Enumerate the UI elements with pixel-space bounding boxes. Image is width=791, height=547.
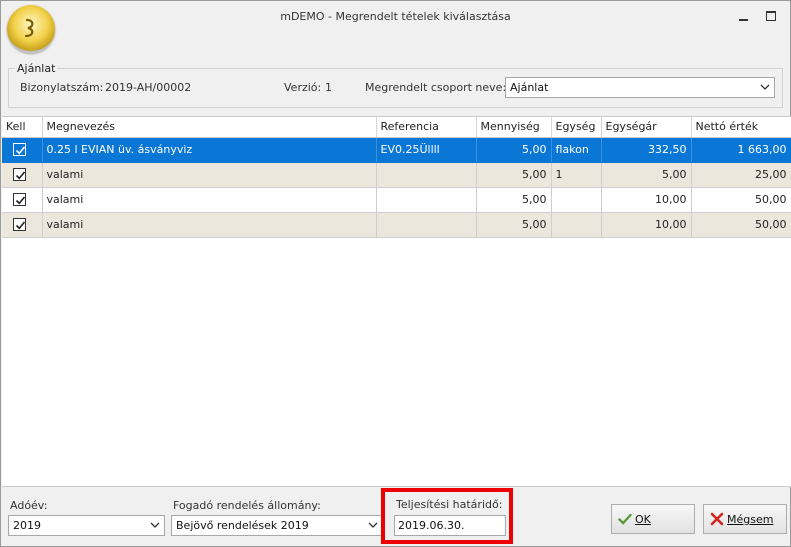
table-row[interactable]: valami 5,00 10,00 50,00 <box>2 212 791 238</box>
net-cell[interactable]: 1 663,00 <box>691 137 791 163</box>
check-icon <box>618 512 632 529</box>
group-name-label: Megrendelt csoport neve: <box>365 81 507 94</box>
kell-cell[interactable] <box>2 162 43 188</box>
tax-year-select[interactable]: 2019 <box>8 515 165 536</box>
check-icon <box>15 146 26 155</box>
header-row: Kell Megnevezés Referencia Mennyiség Egy… <box>2 117 791 138</box>
tax-year-label: Adóév: <box>10 499 48 512</box>
items-table: Kell Megnevezés Referencia Mennyiség Egy… <box>2 117 791 238</box>
qty-cell[interactable]: 5,00 <box>476 137 552 163</box>
unit-cell[interactable] <box>551 212 602 238</box>
check-icon <box>15 171 26 180</box>
ref-cell[interactable]: EV0.25Üllll <box>376 137 477 163</box>
chevron-down-icon[interactable] <box>149 519 161 532</box>
ref-cell[interactable] <box>376 162 477 188</box>
cancel-label: Mégsem <box>727 513 774 526</box>
items-grid: Kell Megnevezés Referencia Mennyiség Egy… <box>2 116 791 487</box>
price-cell[interactable]: 332,50 <box>601 137 692 163</box>
col-header-mennyiseg[interactable]: Mennyiség <box>476 117 552 138</box>
row-checkbox[interactable] <box>13 143 26 157</box>
net-cell[interactable]: 25,00 <box>691 162 791 188</box>
receiving-label: Fogadó rendelés állomány: <box>173 499 321 512</box>
maximize-icon <box>766 11 776 21</box>
col-header-egysegar[interactable]: Egységár <box>601 117 692 138</box>
doc-number-value: 2019-AH/00002 <box>105 81 192 94</box>
row-checkbox[interactable] <box>13 193 26 207</box>
name-cell[interactable]: valami <box>42 212 377 238</box>
group-name-value: Ajánlat <box>510 81 549 94</box>
name-cell[interactable]: valami <box>42 162 377 188</box>
kell-cell[interactable] <box>2 137 43 163</box>
cancel-button[interactable]: Mégsem <box>703 504 787 534</box>
unit-cell[interactable] <box>551 187 602 213</box>
net-cell[interactable]: 50,00 <box>691 212 791 238</box>
ok-button[interactable]: OK <box>611 504 695 534</box>
col-header-netto[interactable]: Nettó érték <box>691 117 791 138</box>
col-header-referencia[interactable]: Referencia <box>376 117 477 138</box>
name-cell[interactable]: 0.25 l EVIAN üv. ásványviz <box>42 137 377 163</box>
price-cell[interactable]: 10,00 <box>601 212 692 238</box>
tax-year-value: 2019 <box>13 519 41 532</box>
chevron-down-icon[interactable] <box>367 519 379 532</box>
ok-label: OK <box>635 513 651 526</box>
price-cell[interactable]: 10,00 <box>601 187 692 213</box>
kell-cell[interactable] <box>2 187 43 213</box>
maximize-button[interactable] <box>760 7 782 27</box>
window-title: mDEMO - Megrendelt tételek kiválasztása <box>280 10 511 23</box>
check-icon <box>15 221 26 230</box>
dialog-window: mDEMO - Megrendelt tételek kiválasztása … <box>0 0 791 547</box>
row-checkbox[interactable] <box>13 218 26 232</box>
col-header-egyseg[interactable]: Egység <box>551 117 602 138</box>
deadline-label: Teljesítési határidő: <box>396 498 503 511</box>
qty-cell[interactable]: 5,00 <box>476 212 552 238</box>
ref-cell[interactable] <box>376 187 477 213</box>
group-name-select[interactable]: Ajánlat <box>505 77 775 98</box>
deadline-value: 2019.06.30. <box>398 519 465 532</box>
version-label: Verzió: <box>284 81 322 94</box>
table-row[interactable]: 0.25 l EVIAN üv. ásványviz EV0.25Üllll 5… <box>2 137 791 163</box>
unit-cell[interactable]: 1 <box>551 162 602 188</box>
col-header-kell[interactable]: Kell <box>2 117 43 138</box>
kell-cell[interactable] <box>2 212 43 238</box>
name-cell[interactable]: valami <box>42 187 377 213</box>
qty-cell[interactable]: 5,00 <box>476 162 552 188</box>
unit-cell[interactable]: flakon <box>551 137 602 163</box>
minimize-icon <box>738 19 748 21</box>
qty-cell[interactable]: 5,00 <box>476 187 552 213</box>
receiving-value: Bejövő rendelések 2019 <box>176 519 309 532</box>
check-icon <box>15 196 26 205</box>
ref-cell[interactable] <box>376 212 477 238</box>
net-cell[interactable]: 50,00 <box>691 187 791 213</box>
close-icon <box>710 512 724 529</box>
title-bar: mDEMO - Megrendelt tételek kiválasztása <box>1 1 790 59</box>
doc-number-label: Bizonylatszám: <box>20 81 104 94</box>
price-cell[interactable]: 5,00 <box>601 162 692 188</box>
table-row[interactable]: valami 5,00 1 5,00 25,00 <box>2 162 791 188</box>
receiving-select[interactable]: Bejövő rendelések 2019 <box>171 515 383 536</box>
minimize-button[interactable] <box>732 7 754 27</box>
deadline-input[interactable]: 2019.06.30. <box>394 515 506 536</box>
version-value: 1 <box>325 81 332 94</box>
chevron-down-icon[interactable] <box>759 81 771 94</box>
table-row[interactable]: valami 5,00 10,00 50,00 <box>2 187 791 213</box>
row-checkbox[interactable] <box>13 168 26 182</box>
col-header-megnevezes[interactable]: Megnevezés <box>42 117 377 138</box>
offer-group-label: Ajánlat <box>15 62 58 75</box>
